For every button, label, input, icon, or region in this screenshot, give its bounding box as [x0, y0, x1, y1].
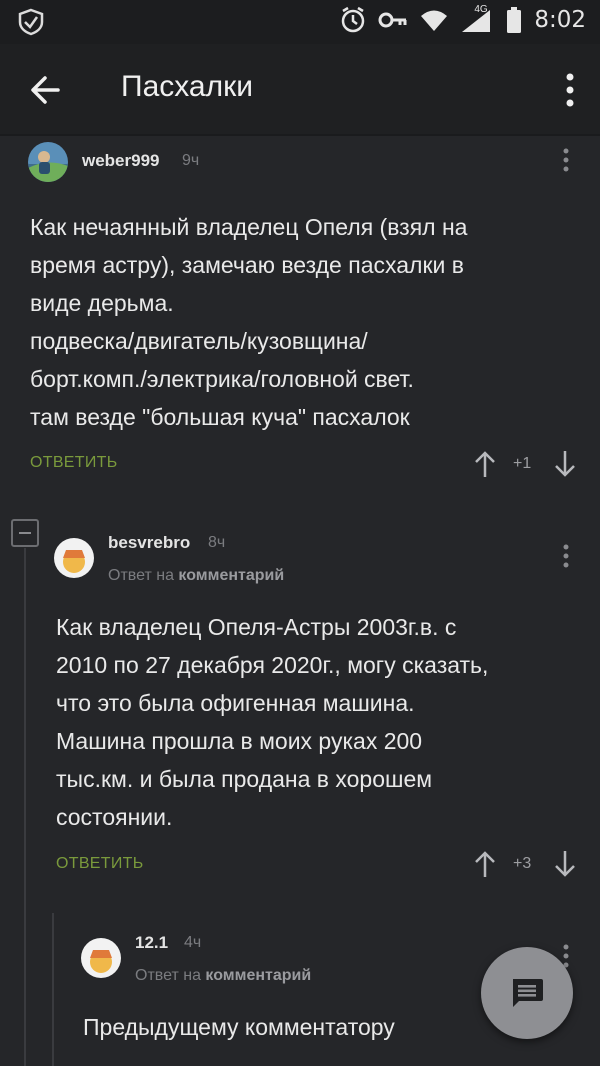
comment-time: 8ч: [208, 534, 226, 551]
reply-to-prefix: Ответ на: [108, 567, 174, 584]
comment: besvrebro 8ч Ответ на комментарий Как вл…: [0, 506, 600, 906]
comment-text: Предыдущему комментатору: [83, 1008, 483, 1046]
comment-text-line: Предыдущему комментатору: [83, 1014, 395, 1040]
more-vertical-icon: [566, 73, 574, 107]
arrow-up-icon: [475, 851, 495, 877]
more-vertical-icon: [563, 148, 569, 172]
key-icon: [378, 12, 407, 28]
reply-to-link[interactable]: комментарий: [205, 967, 311, 984]
reply-button[interactable]: ОТВЕТИТЬ: [56, 855, 144, 873]
comment-text-line: Машина прошла в моих руках 200: [56, 728, 423, 754]
signal-indicator: 4G: [460, 4, 494, 34]
signal-icon: [462, 10, 491, 32]
upvote-button[interactable]: [473, 450, 497, 478]
arrow-up-icon: [475, 451, 495, 477]
page-title: Пасхалки: [121, 70, 253, 103]
status-bar: 4G 8:02: [0, 0, 600, 44]
comment-text-line: состоянии.: [56, 804, 173, 830]
comment-time: 4ч: [184, 934, 202, 951]
comment-author[interactable]: weber999: [82, 151, 160, 171]
alarm-icon: [342, 6, 365, 33]
reply-to-label: Ответ на комментарий: [108, 567, 284, 585]
comment-icon: [513, 979, 543, 1007]
comment-text-line: борт.комп./электрика/головной свет.: [30, 366, 414, 392]
user-avatar-image: [81, 938, 121, 978]
downvote-button[interactable]: [553, 450, 577, 478]
shield-icon: [18, 8, 44, 36]
reply-button[interactable]: ОТВЕТИТЬ: [30, 454, 118, 472]
battery-icon: [507, 7, 522, 33]
arrow-down-icon: [555, 851, 575, 877]
comment-score: +3: [513, 855, 532, 872]
app-bar: Пасхалки: [0, 44, 600, 134]
arrow-down-icon: [555, 451, 575, 477]
comment-text-line: там везде "большая куча" пасхалок: [30, 404, 410, 430]
avatar[interactable]: [28, 142, 68, 182]
comment-text-line: что это была офигенная машина.: [56, 690, 415, 716]
comment-text-line: время астру), замечаю везде пасхалки в: [30, 252, 464, 278]
user-avatar-image: [28, 142, 68, 182]
new-comment-button[interactable]: [481, 947, 573, 1039]
comment-author[interactable]: besvrebro: [108, 533, 190, 553]
avatar[interactable]: [81, 938, 121, 978]
comment-menu-button[interactable]: [560, 146, 572, 174]
reply-to-prefix: Ответ на: [135, 967, 201, 984]
comment-menu-button[interactable]: [560, 542, 572, 570]
reply-to-link[interactable]: комментарий: [178, 567, 284, 584]
comment-score: +1: [513, 455, 532, 472]
user-avatar-image: [54, 538, 94, 578]
clock: 8:02: [534, 7, 586, 33]
arrow-left-icon: [31, 76, 60, 104]
comment-text-line: подвеска/двигатель/кузовщина/: [30, 328, 368, 354]
comment-text-line: виде дерьма.: [30, 290, 174, 316]
back-button[interactable]: [28, 72, 68, 108]
comment-time: 9ч: [182, 152, 200, 169]
comment: weber999 9ч Как нечаянный владелец Опеля…: [0, 136, 600, 506]
comment-text-line: Как владелец Опеля-Астры 2003г.в. с: [56, 614, 457, 640]
comment-text-line: Как нечаянный владелец Опеля (взял на: [30, 214, 468, 240]
wifi-icon: [421, 10, 448, 31]
downvote-button[interactable]: [553, 850, 577, 878]
avatar[interactable]: [54, 538, 94, 578]
comment-text-line: 2010 по 27 декабря 2020г., могу сказать,: [56, 652, 489, 678]
upvote-button[interactable]: [473, 850, 497, 878]
comment-text: Как владелец Опеля-Астры 2003г.в. с 2010…: [56, 608, 596, 836]
reply-to-label: Ответ на комментарий: [135, 967, 311, 985]
comment-text-line: тыс.км. и была продана в хорошем: [56, 766, 433, 792]
more-vertical-icon: [563, 544, 569, 568]
comment-text: Как нечаянный владелец Опеля (взял на вр…: [30, 208, 590, 436]
overflow-menu-button[interactable]: [562, 70, 578, 110]
comment-author[interactable]: 12.1: [135, 933, 168, 953]
